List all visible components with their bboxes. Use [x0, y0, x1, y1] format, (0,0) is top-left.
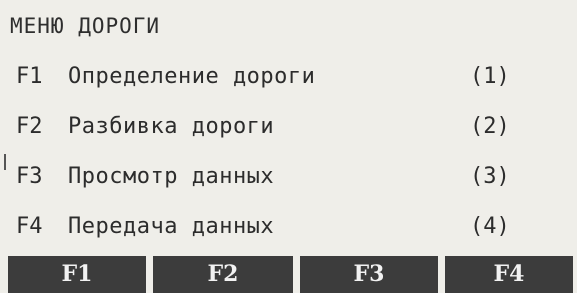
softkey-f1[interactable]: F1 [8, 256, 146, 293]
menu-item-data-transfer[interactable]: F4 Передача данных (4) [8, 208, 528, 248]
softkey-f2[interactable]: F2 [153, 256, 293, 293]
menu-item-label: Определение дороги [68, 64, 316, 89]
softkey-f4[interactable]: F4 [445, 256, 573, 293]
menu-item-key: F1 [16, 64, 43, 89]
menu-item-number: (2) [470, 114, 510, 139]
menu-item-number: (1) [470, 64, 510, 89]
menu-item-label: Передача данных [68, 214, 275, 239]
softkey-f3[interactable]: F3 [300, 256, 438, 293]
side-tick-mark [4, 154, 6, 170]
menu-item-view-data[interactable]: F3 Просмотр данных (3) [8, 158, 528, 198]
menu-item-label: Разбивка дороги [68, 114, 275, 139]
menu-item-key: F2 [16, 114, 43, 139]
menu-item-label: Просмотр данных [68, 164, 275, 189]
softkey-bar: F1 F2 F3 F4 [0, 256, 577, 293]
menu-item-key: F4 [16, 214, 43, 239]
menu-item-number: (4) [470, 214, 510, 239]
screen-title: МЕНЮ ДОРОГИ [10, 14, 161, 38]
menu-item-number: (3) [470, 164, 510, 189]
road-menu-screen: МЕНЮ ДОРОГИ F1 Определение дороги (1) F2… [0, 0, 577, 293]
menu-item-key: F3 [16, 164, 43, 189]
menu-item-road-stakeout[interactable]: F2 Разбивка дороги (2) [8, 108, 528, 148]
menu-item-road-definition[interactable]: F1 Определение дороги (1) [8, 58, 528, 98]
